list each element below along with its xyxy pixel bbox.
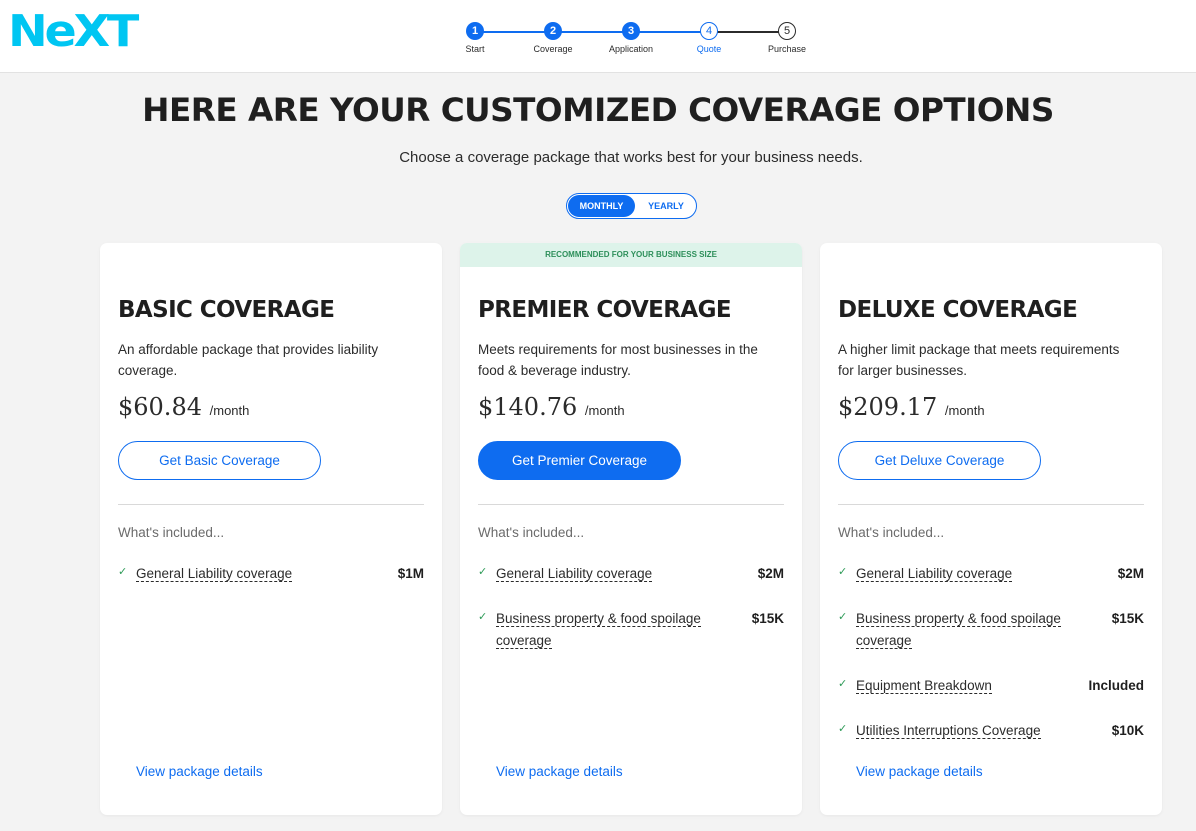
view-package-details-link[interactable]: View package details	[136, 764, 263, 779]
price-amount: $209.17	[838, 393, 938, 421]
page-subtitle: Choose a coverage package that works bes…	[399, 149, 863, 166]
billing-period-toggle: MONTHLY YEARLY	[566, 193, 697, 219]
coverage-name[interactable]: Business property & food spoilage covera…	[496, 611, 701, 649]
coverage-name[interactable]: General Liability coverage	[136, 566, 293, 582]
step-label: Quote	[696, 44, 722, 54]
coverage-item: ✓ Business property & food spoilage cove…	[478, 608, 784, 652]
coverage-list: ✓ General Liability coverage $2M ✓ Busin…	[478, 563, 784, 652]
plan-description: A higher limit package that meets requir…	[838, 342, 1120, 378]
coverage-name[interactable]: General Liability coverage	[496, 566, 653, 582]
price-period: /month	[584, 403, 625, 418]
get-premier-coverage-button[interactable]: Get Premier Coverage	[478, 441, 681, 480]
check-icon: ✓	[838, 678, 848, 690]
plan-price: $209.17 /month	[838, 393, 985, 421]
step-application[interactable]: 3 Application	[601, 22, 661, 54]
coverage-list: ✓ General Liability coverage $2M ✓ Busin…	[838, 563, 1144, 742]
coverage-item: ✓ General Liability coverage $1M	[118, 563, 424, 585]
plan-description: Meets requirements for most businesses i…	[478, 342, 758, 378]
coverage-name[interactable]: Utilities Interruptions Coverage	[856, 723, 1041, 739]
step-label: Start	[465, 44, 485, 54]
coverage-item: ✓ Business property & food spoilage cove…	[838, 608, 1144, 675]
check-icon: ✓	[838, 723, 848, 735]
coverage-value: Included	[1088, 678, 1144, 693]
included-heading: What's included...	[478, 525, 585, 540]
plan-description: An affordable package that provides liab…	[118, 342, 379, 378]
recommended-badge: RECOMMENDED FOR YOUR BUSINESS SIZE	[460, 243, 802, 267]
step-purchase: 5 Purchase	[757, 22, 817, 54]
coverage-value: $2M	[1117, 566, 1144, 581]
view-package-details-link[interactable]: View package details	[496, 764, 623, 779]
coverage-value: $10K	[1111, 723, 1144, 738]
coverage-value: $2M	[757, 566, 784, 581]
step-coverage[interactable]: 2 Coverage	[523, 22, 583, 54]
stepper-line-complete	[475, 31, 709, 33]
step-label: Application	[608, 44, 654, 54]
page-title: HERE ARE YOUR CUSTOMIZED COVERAGE OPTION…	[142, 91, 1054, 129]
check-icon: ✓	[478, 611, 488, 623]
included-heading: What's included...	[838, 525, 945, 540]
plan-title: PREMIER COVERAGE	[478, 297, 732, 323]
yearly-option[interactable]: YEARLY	[637, 195, 695, 217]
step-quote: 4 Quote	[679, 22, 739, 54]
top-bar: NeXT 1 Start 2 Coverage 3 Application 4 …	[0, 0, 1196, 73]
get-basic-coverage-button[interactable]: Get Basic Coverage	[118, 441, 321, 480]
divider	[478, 504, 784, 505]
view-package-details-link[interactable]: View package details	[856, 764, 983, 779]
next-logo[interactable]: NeXT	[8, 10, 139, 54]
step-label: Purchase	[767, 44, 807, 54]
price-amount: $140.76	[478, 393, 578, 421]
progress-stepper: 1 Start 2 Coverage 3 Application 4 Quote…	[455, 20, 815, 60]
price-period: /month	[209, 403, 250, 418]
plan-title: BASIC COVERAGE	[118, 297, 335, 323]
step-number: 4	[700, 22, 718, 40]
coverage-name[interactable]: Equipment Breakdown	[856, 678, 992, 694]
step-number: 3	[622, 22, 640, 40]
monthly-option[interactable]: MONTHLY	[568, 195, 635, 217]
check-icon: ✓	[838, 611, 848, 623]
coverage-value: $1M	[397, 566, 424, 581]
divider	[838, 504, 1144, 505]
plan-card-premier: RECOMMENDED FOR YOUR BUSINESS SIZE PREMI…	[460, 243, 802, 815]
price-period: /month	[944, 403, 985, 418]
check-icon: ✓	[478, 566, 488, 578]
coverage-name[interactable]: General Liability coverage	[856, 566, 1013, 582]
plan-card-deluxe: DELUXE COVERAGE A higher limit package t…	[820, 243, 1162, 815]
check-icon: ✓	[838, 566, 848, 578]
plan-title: DELUXE COVERAGE	[838, 297, 1078, 323]
divider	[118, 504, 424, 505]
plan-price: $60.84 /month	[118, 393, 249, 421]
price-amount: $60.84	[118, 393, 202, 421]
step-number: 1	[466, 22, 484, 40]
step-number: 5	[778, 22, 796, 40]
get-deluxe-coverage-button[interactable]: Get Deluxe Coverage	[838, 441, 1041, 480]
plan-card-basic: BASIC COVERAGE An affordable package tha…	[100, 243, 442, 815]
coverage-item: ✓ General Liability coverage $2M	[478, 563, 784, 608]
included-heading: What's included...	[118, 525, 225, 540]
coverage-list: ✓ General Liability coverage $1M	[118, 563, 424, 585]
plan-price: $140.76 /month	[478, 393, 625, 421]
coverage-value: $15K	[751, 611, 784, 626]
coverage-item: ✓ Equipment Breakdown Included	[838, 675, 1144, 720]
coverage-value: $15K	[1111, 611, 1144, 626]
check-icon: ✓	[118, 566, 128, 578]
step-number: 2	[544, 22, 562, 40]
coverage-item: ✓ General Liability coverage $2M	[838, 563, 1144, 608]
coverage-item: ✓ Utilities Interruptions Coverage $10K	[838, 720, 1144, 742]
coverage-name[interactable]: Business property & food spoilage covera…	[856, 611, 1061, 649]
step-label: Coverage	[533, 44, 573, 54]
step-start[interactable]: 1 Start	[445, 22, 505, 54]
